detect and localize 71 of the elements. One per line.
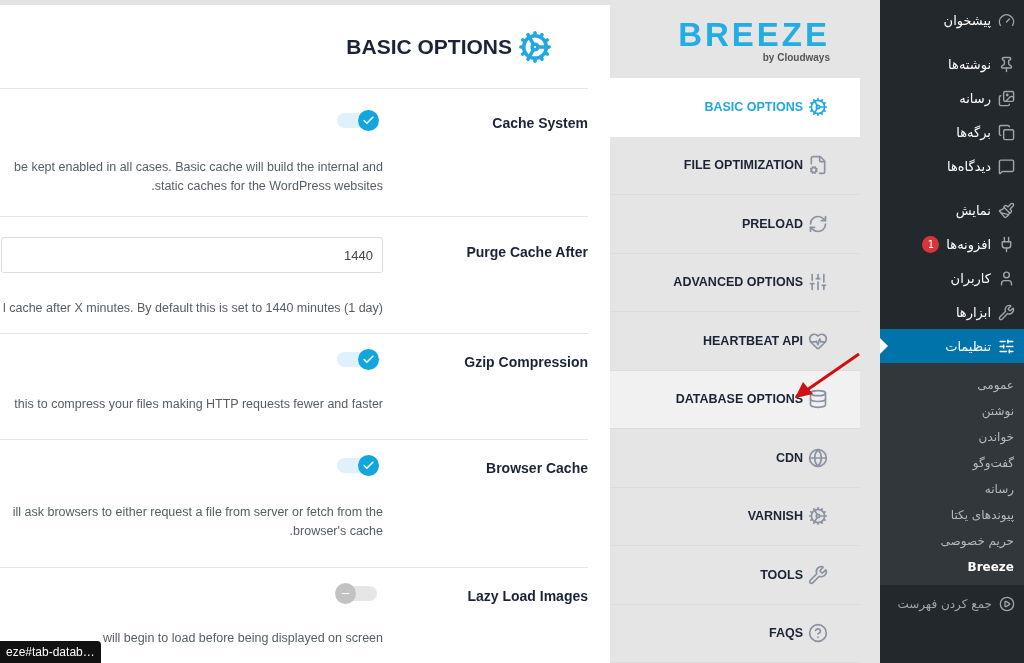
submenu-item[interactable]: عمومی bbox=[880, 372, 1024, 398]
nav-tab[interactable]: ADVANCED OPTIONS bbox=[610, 253, 860, 312]
submenu-item[interactable]: حریم خصوصی bbox=[880, 528, 1024, 554]
nav-icon bbox=[808, 155, 828, 176]
toggle-switch[interactable] bbox=[337, 352, 377, 367]
submenu-item[interactable]: خواندن bbox=[880, 424, 1024, 450]
nav-tab[interactable]: VARNISH bbox=[610, 487, 860, 546]
menu-icon bbox=[998, 123, 1015, 141]
nav-icon bbox=[808, 564, 828, 585]
menu-icon bbox=[998, 55, 1015, 73]
input-field[interactable]: 1440 bbox=[1, 237, 383, 273]
check-icon bbox=[362, 114, 375, 127]
update-badge: 1 bbox=[922, 235, 940, 253]
setting-description: this to compress your files making HTTP requests fewer and faster bbox=[13, 396, 383, 413]
setting-description: ill ask browsers to either request a file from server or fetch from the .browser's cache bbox=[11, 504, 383, 540]
nav-icon bbox=[808, 213, 828, 234]
submenu-item[interactable]: گفت‌وگو bbox=[880, 450, 1024, 476]
nav-icon bbox=[808, 623, 828, 644]
toggle-switch[interactable] bbox=[337, 458, 377, 473]
menu-item[interactable]: ابزارها bbox=[880, 295, 1024, 329]
menu-item[interactable]: کاربران bbox=[880, 261, 1024, 295]
nav-icon bbox=[808, 96, 828, 117]
menu-icon bbox=[998, 269, 1015, 287]
nav-icon bbox=[808, 389, 828, 410]
menu-item[interactable]: نمایش bbox=[880, 193, 1024, 227]
page-title: BASIC OPTIONS bbox=[346, 34, 512, 59]
logo-subtitle: by Cloudways bbox=[762, 52, 830, 63]
menu-item[interactable]: برگه‌ها bbox=[880, 115, 1024, 149]
setting-description: be kept enabled in all cases. Basic cache will build the internal and .static caches for the WordPress websites bbox=[13, 159, 383, 195]
status-url: eze#tab-datab… bbox=[0, 641, 101, 663]
nav-icon bbox=[808, 447, 828, 468]
menu-icon bbox=[998, 201, 1015, 219]
menu-icon bbox=[998, 11, 1015, 29]
submenu-item[interactable]: Breeze bbox=[880, 554, 1024, 580]
nav-tab[interactable]: CDN bbox=[610, 429, 860, 488]
check-icon bbox=[362, 459, 375, 472]
collapse-menu[interactable]: جمع کردن فهرست bbox=[880, 587, 1024, 621]
submenu-item[interactable]: رسانه bbox=[880, 476, 1024, 502]
toggle-switch[interactable] bbox=[337, 586, 377, 601]
menu-item[interactable]: رسانه bbox=[880, 81, 1024, 115]
submenu-item[interactable]: پیوندهای یکتا bbox=[880, 502, 1024, 528]
play-icon bbox=[999, 596, 1015, 612]
nav-tab[interactable]: FAQS bbox=[610, 604, 860, 663]
check-icon bbox=[362, 353, 375, 366]
setting-label: Lazy Load Images bbox=[466, 587, 588, 606]
nav-icon bbox=[808, 506, 828, 527]
menu-item[interactable]: دیدگاه‌ها bbox=[880, 149, 1024, 183]
logo: BREEZE bbox=[678, 18, 830, 52]
nav-icon bbox=[808, 272, 828, 293]
setting-label: Browser Cache bbox=[485, 459, 588, 478]
setting-label: Cache System bbox=[491, 114, 588, 133]
menu-item[interactable]: نوشته‌ها bbox=[880, 47, 1024, 81]
setting-label: Gzip Compression bbox=[463, 353, 588, 372]
menu-icon bbox=[998, 157, 1015, 175]
submenu-item[interactable]: نوشتن bbox=[880, 398, 1024, 424]
nav-tab[interactable]: DATABASE OPTIONS bbox=[610, 370, 860, 429]
nav-tab[interactable]: FILE OPTIMIZATION bbox=[610, 136, 860, 195]
menu-icon bbox=[998, 303, 1015, 321]
menu-icon bbox=[998, 337, 1015, 355]
gear-icon bbox=[518, 29, 552, 64]
nav-tab[interactable]: HEARTBEAT API bbox=[610, 312, 860, 371]
toggle-switch[interactable] bbox=[337, 113, 377, 128]
nav-tab[interactable]: TOOLS bbox=[610, 546, 860, 605]
setting-description: l cache after X minutes. By default this is set to 1440 minutes (1 day) bbox=[1, 300, 383, 317]
menu-item[interactable]: پیشخوان bbox=[880, 3, 1024, 37]
menu-icon bbox=[998, 89, 1015, 107]
nav-icon bbox=[808, 330, 828, 351]
setting-description: will begin to load before being displayed on screen bbox=[101, 630, 383, 647]
menu-item[interactable]: تنظیمات bbox=[880, 329, 1024, 363]
nav-tab[interactable]: PRELOAD bbox=[610, 195, 860, 254]
setting-label: Purge Cache After bbox=[465, 243, 588, 262]
